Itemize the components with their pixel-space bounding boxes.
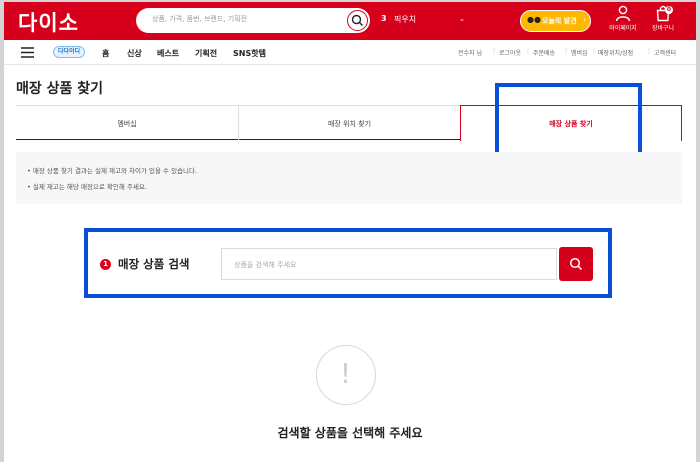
notice-line: • 실제 재고는 해당 매장으로 확인해 주세요. xyxy=(27,183,147,191)
chevron-right-icon: › xyxy=(583,15,587,24)
nav-link-best[interactable]: 베스트 xyxy=(157,48,179,59)
search-placeholder: 상품, 가격, 품번, 브랜드, 기획전 xyxy=(152,15,248,23)
tab-store-location[interactable]: 매장 위치 찾기 xyxy=(238,105,460,140)
notice-box: • 매장 상품 찾기 결과는 실제 재고와 차이가 있을 수 있습니다. • 실… xyxy=(16,152,682,204)
cart-label: 장바구니 xyxy=(651,25,675,32)
util-divider: | xyxy=(593,48,596,55)
alert-icon: ! xyxy=(316,345,376,405)
page-title: 매장 상품 찾기 xyxy=(16,81,104,97)
mypage-label: 마이페이지 xyxy=(609,25,637,32)
empty-state-message: 검색할 상품을 선택해 주세요 xyxy=(277,426,423,440)
main-nav: 다다이디 홈 신상 베스트 기획전 SNS핫템 전수지 님 | 로그아웃 | 주… xyxy=(4,40,696,65)
util-customer-center[interactable]: 고객센터 xyxy=(654,48,676,57)
today-discovery-label: 오늘의 발견 xyxy=(542,17,577,25)
util-logout[interactable]: 로그아웃 xyxy=(499,48,521,57)
top-header: 다이소 상품, 가격, 품번, 브랜드, 기획전 3 픽우치 ⌄ ●● 오늘의 … xyxy=(4,2,696,40)
util-divider: | xyxy=(565,48,568,55)
util-divider: | xyxy=(527,48,530,55)
popular-keyword[interactable]: 픽우치 xyxy=(394,14,416,25)
nav-link-sns[interactable]: SNS핫템 xyxy=(233,48,266,59)
daiso-logo[interactable]: 다이소 xyxy=(18,7,79,37)
exclamation-icon: ! xyxy=(339,357,352,390)
eyes-icon: ●● xyxy=(527,15,541,24)
util-divider: | xyxy=(648,48,651,55)
tab-membership[interactable]: 멤버십 xyxy=(16,105,238,140)
chevron-down-icon[interactable]: ⌄ xyxy=(459,15,465,23)
today-discovery-button[interactable]: ●● 오늘의 발견 › xyxy=(520,10,591,32)
search-row-highlight xyxy=(84,228,612,298)
mypage-button[interactable]: 마이페이지 xyxy=(603,5,643,32)
page: 다이소 상품, 가격, 품번, 브랜드, 기획전 3 픽우치 ⌄ ●● 오늘의 … xyxy=(4,2,696,462)
util-orders[interactable]: 주문배송 xyxy=(533,48,555,57)
user-icon xyxy=(615,5,631,22)
util-membership[interactable]: 멤버십 xyxy=(571,48,588,57)
util-store-location[interactable]: 매장위치/상점 xyxy=(598,48,633,57)
notice-line: • 매장 상품 찾기 결과는 실제 재고와 차이가 있을 수 있습니다. xyxy=(27,167,198,175)
nav-link-exhibition[interactable]: 기획전 xyxy=(195,48,217,59)
util-user-name[interactable]: 전수지 님 xyxy=(458,48,482,57)
nav-link-new[interactable]: 신상 xyxy=(127,48,142,59)
nav-promo-badge[interactable]: 다다이디 xyxy=(53,46,85,58)
cart-count-badge: 0 xyxy=(665,6,673,14)
util-divider: | xyxy=(493,48,496,55)
cart-button[interactable]: 0 장바구니 xyxy=(643,5,683,32)
nav-link-home[interactable]: 홈 xyxy=(102,48,109,59)
search-icon xyxy=(351,14,363,26)
hamburger-menu-icon[interactable] xyxy=(21,47,34,58)
search-button[interactable] xyxy=(347,10,368,31)
active-tab-highlight xyxy=(495,83,642,158)
global-search-input[interactable]: 상품, 가격, 품번, 브랜드, 기획전 xyxy=(136,8,370,33)
popular-rank-number: 3 xyxy=(381,14,387,23)
